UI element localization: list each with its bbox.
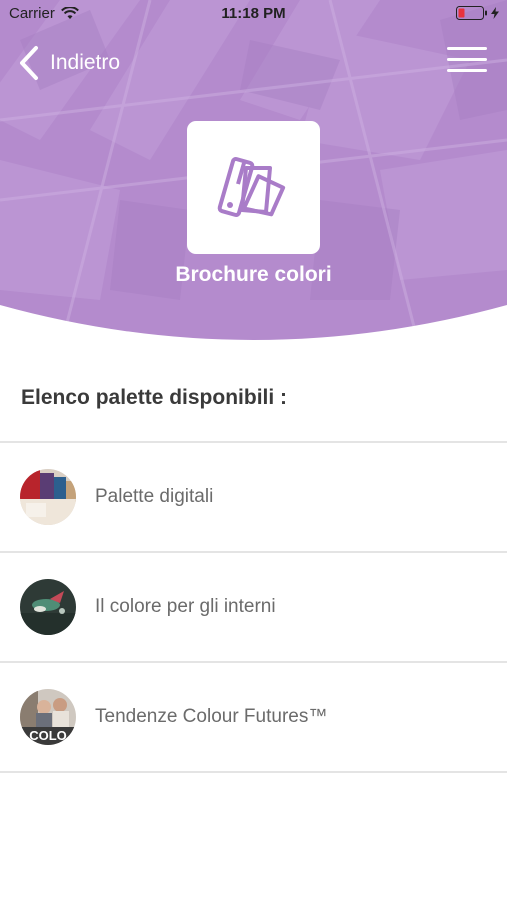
header-banner: Carrier 11:18 PM Indietro Brochure color… (0, 0, 507, 350)
status-bar: Carrier 11:18 PM (0, 0, 507, 28)
menu-line (447, 47, 487, 50)
app-title: Brochure colori (175, 263, 332, 286)
list-item-palette-digitali[interactable]: Palette digitali (0, 443, 507, 551)
list-item-colour-futures[interactable]: COLO Tendenze Colour Futures™ (0, 663, 507, 771)
colour-futures-thumbnail: COLO (20, 689, 76, 745)
color-swatch-fan-icon (217, 156, 285, 217)
app-icon-tile (187, 121, 320, 254)
colour-futures-thumbnail-text: COLO (29, 728, 67, 743)
section-title: Elenco palette disponibili : (21, 386, 288, 409)
battery-indicator (456, 6, 499, 20)
back-button-label: Indietro (50, 51, 121, 74)
battery-icon (456, 6, 487, 20)
list-item-label: Tendenze Colour Futures™ (95, 706, 328, 727)
back-button[interactable]: Indietro (18, 44, 120, 82)
menu-line (447, 69, 487, 72)
chevron-left-icon (20, 46, 38, 80)
clock: 11:18 PM (221, 5, 286, 22)
palette-list: Palette digitali Il colore per gli inter… (0, 441, 507, 773)
list-item-label: Il colore per gli interni (95, 596, 276, 617)
hamburger-menu-button[interactable] (447, 47, 487, 77)
charging-bolt-icon (491, 7, 499, 19)
list-item-label: Palette digitali (95, 486, 214, 507)
list-item-colore-interni[interactable]: Il colore per gli interni (0, 553, 507, 661)
palette-digitali-thumbnail (20, 469, 76, 525)
colore-interni-thumbnail (20, 579, 76, 635)
divider (0, 771, 507, 773)
menu-line (447, 58, 487, 61)
